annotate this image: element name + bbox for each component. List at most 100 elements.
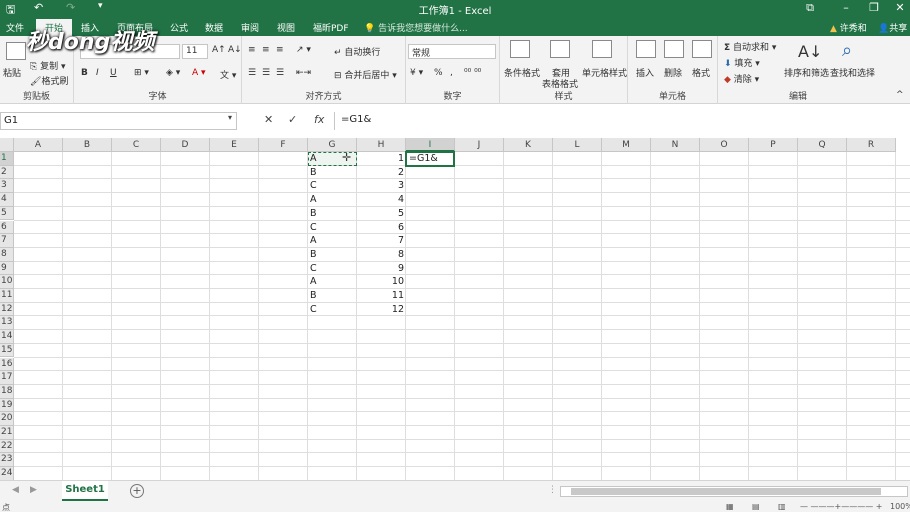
scroll-left-icon[interactable]: ◀ xyxy=(12,485,19,495)
normal-view-icon[interactable]: ▦ xyxy=(726,502,734,511)
conditional-format-button[interactable]: 条件格式 xyxy=(504,66,540,79)
delete-cells-icon[interactable] xyxy=(664,40,684,58)
fill-button[interactable]: ⬇ 填充 ▾ xyxy=(724,56,760,69)
zoom-level[interactable]: 100% xyxy=(890,502,910,511)
cell-h4[interactable]: 4 xyxy=(357,193,406,207)
tell-me-input[interactable]: 💡 告诉我您想要做什么... xyxy=(364,21,468,34)
row-header-5[interactable]: 5 xyxy=(0,207,14,221)
column-header-d[interactable]: D xyxy=(161,138,210,152)
enter-icon[interactable]: ✓ xyxy=(288,113,297,126)
align-middle-icon[interactable]: ≡ xyxy=(262,45,270,55)
restore-icon[interactable]: ❐ xyxy=(864,1,884,14)
cell-h1[interactable]: 1 xyxy=(357,152,406,166)
insert-button[interactable]: 插入 xyxy=(636,66,654,79)
sort-filter-icon[interactable]: A↓ xyxy=(798,42,822,61)
tab-view[interactable]: 视图 xyxy=(277,21,295,34)
scroll-right-icon[interactable]: ▶ xyxy=(30,485,37,495)
close-icon[interactable]: ✕ xyxy=(890,1,910,14)
zoom-slider[interactable]: — ———+———— + xyxy=(800,502,883,511)
format-cells-icon[interactable] xyxy=(692,40,712,58)
name-box-dropdown-icon[interactable]: ▾ xyxy=(228,113,232,122)
percent-button[interactable]: % xyxy=(434,68,443,78)
align-center-icon[interactable]: ☰ xyxy=(262,68,270,78)
page-break-view-icon[interactable]: ▥ xyxy=(778,502,786,511)
italic-button[interactable]: I xyxy=(96,68,99,78)
row-header-17[interactable]: 17 xyxy=(0,371,14,385)
border-icon[interactable]: ⊞ ▾ xyxy=(134,68,149,78)
sheet-tab-sheet1[interactable]: Sheet1 xyxy=(62,481,108,501)
row-header-11[interactable]: 11 xyxy=(0,289,14,303)
cell-h3[interactable]: 3 xyxy=(357,179,406,193)
cell-h6[interactable]: 6 xyxy=(357,221,406,235)
insert-function-icon[interactable]: fx xyxy=(314,113,324,126)
row-header-18[interactable]: 18 xyxy=(0,385,14,399)
align-bottom-icon[interactable]: ≡ xyxy=(276,45,284,55)
phonetic-icon[interactable]: 文 ▾ xyxy=(220,68,236,81)
align-left-icon[interactable]: ☰ xyxy=(248,68,256,78)
row-header-3[interactable]: 3 xyxy=(0,179,14,193)
tab-file[interactable]: 文件 xyxy=(6,21,24,34)
increase-font-icon[interactable]: A↑ xyxy=(212,45,226,55)
cell-h8[interactable]: 8 xyxy=(357,248,406,262)
cell-g11[interactable]: B xyxy=(308,289,357,303)
column-header-k[interactable]: K xyxy=(504,138,553,152)
cell-styles-icon[interactable] xyxy=(592,40,612,58)
column-header-n[interactable]: N xyxy=(651,138,700,152)
table-format-icon[interactable] xyxy=(550,40,570,58)
column-header-a[interactable]: A xyxy=(14,138,63,152)
align-right-icon[interactable]: ☰ xyxy=(276,68,284,78)
column-header-e[interactable]: E xyxy=(210,138,259,152)
row-header-20[interactable]: 20 xyxy=(0,412,14,426)
row-header-12[interactable]: 12 xyxy=(0,303,14,317)
user-name[interactable]: ▲ 许秀和 xyxy=(830,21,867,34)
formula-input[interactable]: =G1& xyxy=(334,112,910,130)
ribbon-display-icon[interactable]: ⧉ xyxy=(800,1,820,15)
fill-color-icon[interactable]: ◈ ▾ xyxy=(166,68,180,78)
cell-h9[interactable]: 9 xyxy=(357,262,406,276)
cell-h5[interactable]: 5 xyxy=(357,207,406,221)
row-header-24[interactable]: 24 xyxy=(0,467,14,480)
column-header-b[interactable]: B xyxy=(63,138,112,152)
sort-filter-button[interactable]: 排序和筛选 xyxy=(784,66,829,79)
row-header-10[interactable]: 10 xyxy=(0,275,14,289)
cell-styles-button[interactable]: 单元格样式 xyxy=(582,66,627,79)
conditional-format-icon[interactable] xyxy=(510,40,530,58)
column-header-q[interactable]: Q xyxy=(798,138,847,152)
delete-button[interactable]: 删除 xyxy=(664,66,682,79)
row-header-14[interactable]: 14 xyxy=(0,330,14,344)
row-header-13[interactable]: 13 xyxy=(0,316,14,330)
minimize-icon[interactable]: – xyxy=(836,1,856,14)
tab-review[interactable]: 审阅 xyxy=(241,21,259,34)
page-layout-view-icon[interactable]: ▤ xyxy=(752,502,760,511)
bold-button[interactable]: B xyxy=(81,68,88,78)
column-header-i[interactable]: I xyxy=(406,138,455,152)
split-handle[interactable]: ⋮ xyxy=(548,485,557,495)
decrease-font-icon[interactable]: A↓ xyxy=(228,45,242,55)
font-size-select[interactable]: 11 xyxy=(182,44,208,59)
format-painter-button[interactable]: 🖌格式刷 xyxy=(30,74,68,87)
row-header-22[interactable]: 22 xyxy=(0,440,14,454)
row-header-21[interactable]: 21 xyxy=(0,426,14,440)
cell-g9[interactable]: C xyxy=(308,262,357,276)
number-format-select[interactable]: 常规 xyxy=(408,44,496,59)
insert-cells-icon[interactable] xyxy=(636,40,656,58)
share-button[interactable]: 👤共享 xyxy=(878,21,907,34)
horizontal-scroll-thumb[interactable] xyxy=(571,488,881,495)
cell-i1-editor[interactable]: =G1& xyxy=(407,153,440,164)
active-cell-i1[interactable]: =G1& xyxy=(405,151,455,167)
row-header-16[interactable]: 16 xyxy=(0,358,14,372)
cell-g3[interactable]: C xyxy=(308,179,357,193)
cell-h7[interactable]: 7 xyxy=(357,234,406,248)
indent-icon[interactable]: ⇤⇥ xyxy=(296,68,311,78)
tab-formulas[interactable]: 公式 xyxy=(170,21,188,34)
comma-button[interactable]: , xyxy=(450,68,453,78)
tab-data[interactable]: 数据 xyxy=(205,21,223,34)
search-icon[interactable]: ⌕ xyxy=(842,40,852,61)
cell-g6[interactable]: C xyxy=(308,221,357,235)
row-header-1[interactable]: 1 xyxy=(0,152,14,166)
decimal-icon[interactable]: ⁰⁰ ⁰⁰ xyxy=(464,68,481,78)
cell-g2[interactable]: B xyxy=(308,166,357,180)
orientation-icon[interactable]: ↗ ▾ xyxy=(296,45,311,55)
cell-g10[interactable]: A xyxy=(308,275,357,289)
cancel-icon[interactable]: ✕ xyxy=(264,113,273,126)
